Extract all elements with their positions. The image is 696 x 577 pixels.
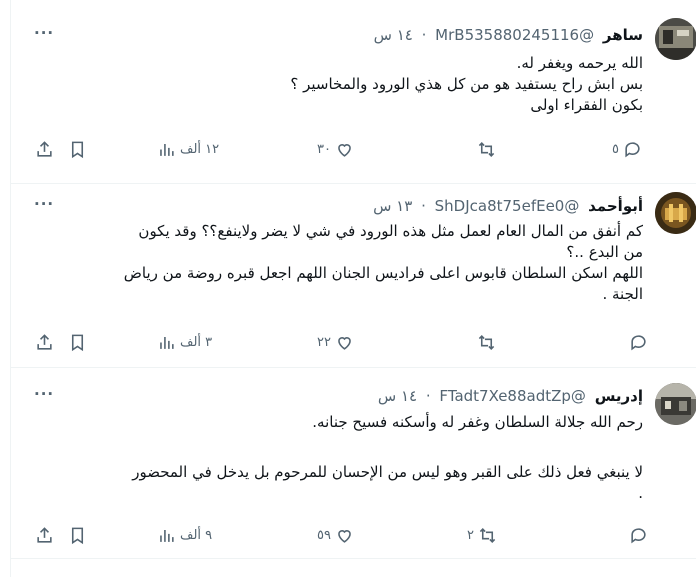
tweet-text: الله يرحمه ويغفر له. بس ابش راح يستفيد ه… xyxy=(33,53,643,116)
tweet-text: كم أنفق من المال العام لعمل مثل هذه الور… xyxy=(33,221,643,305)
action-bar: ١٢ ألف ٣٠ ٥ xyxy=(11,140,696,162)
share-icon xyxy=(37,334,52,350)
bookmark-button[interactable] xyxy=(68,333,87,352)
author-handle[interactable]: @MrB535880245116 xyxy=(435,26,594,44)
like-count: ٢٢ xyxy=(317,335,331,350)
avatar[interactable] xyxy=(655,383,696,425)
avatar[interactable] xyxy=(655,192,696,234)
like-button[interactable]: ٣٠ xyxy=(317,140,354,159)
tweet-line: كم أنفق من المال العام لعمل مثل هذه الور… xyxy=(138,222,643,240)
tweet-line: اللهم اسكن السلطان قابوس اعلى فراديس الج… xyxy=(123,264,643,282)
tweet-text: رحم الله جلالة السلطان وغفر له وأسكنه فس… xyxy=(33,412,643,504)
author-name[interactable]: إدريس xyxy=(595,387,643,405)
author-handle[interactable]: @FTadt7Xe88adtZp xyxy=(439,387,586,405)
like-icon xyxy=(338,530,351,543)
reply-button[interactable] xyxy=(629,333,648,352)
reply-button[interactable]: ٥ xyxy=(612,140,642,159)
action-bar: ٩ ألف ٥٩ ٢ xyxy=(11,526,696,548)
author-handle[interactable]: @ShDJca8t75efEe0 xyxy=(435,197,580,215)
author-name[interactable]: أبوأحمد xyxy=(588,197,643,215)
timestamp[interactable]: ١٤ س xyxy=(374,26,413,44)
like-icon xyxy=(338,144,351,157)
views-button[interactable]: ١٢ ألف xyxy=(157,140,219,159)
tweet-line: الجنة . xyxy=(602,285,643,303)
tweet-line: الله يرحمه ويغفر له. xyxy=(516,54,643,72)
retweet-button[interactable]: ٢ xyxy=(467,526,497,545)
share-icon xyxy=(37,141,52,157)
reply-icon xyxy=(631,335,646,351)
views-button[interactable]: ٩ ألف xyxy=(157,526,212,545)
tweet-line: بكون الفقراء اولى xyxy=(530,96,643,114)
retweet-button[interactable] xyxy=(477,140,496,159)
retweet-icon xyxy=(479,528,496,543)
share-button[interactable] xyxy=(35,333,54,352)
tweet-line: رحم الله جلالة السلطان وغفر له وأسكنه فس… xyxy=(312,413,643,431)
separator-dot: · xyxy=(421,26,427,44)
author-name[interactable]: ساهر xyxy=(603,26,643,44)
retweet-count: ٢ xyxy=(467,528,474,543)
bookmark-icon xyxy=(71,334,84,352)
like-button[interactable]: ٥٩ xyxy=(317,526,354,545)
share-button[interactable] xyxy=(35,526,54,545)
more-options-icon[interactable]: ··· xyxy=(34,24,54,42)
views-button[interactable]: ٣ ألف xyxy=(157,333,212,352)
timestamp[interactable]: ١٣ س xyxy=(373,197,412,215)
tweet-header: إدريس @FTadt7Xe88adtZp · ١٤ س xyxy=(378,386,643,406)
reply-tweet[interactable]: أبوأحمد @ShDJca8t75efEe0 · ١٣ س ··· كم أ… xyxy=(11,184,696,368)
views-icon xyxy=(160,336,174,349)
more-options-icon[interactable]: ··· xyxy=(34,385,54,403)
reply-tweet[interactable]: إدريس @FTadt7Xe88adtZp · ١٤ س ··· رحم ال… xyxy=(11,368,696,559)
views-count: ٩ ألف xyxy=(180,528,213,543)
timestamp[interactable]: ١٤ س xyxy=(378,387,417,405)
bookmark-button[interactable] xyxy=(68,140,87,159)
reply-button[interactable] xyxy=(629,526,648,545)
tweet-header: ساهر @MrB535880245116 · ١٤ س xyxy=(374,25,643,45)
action-bar: ٣ ألف ٢٢ xyxy=(11,333,696,355)
reply-icon xyxy=(625,142,640,158)
views-icon xyxy=(160,143,174,156)
retweet-icon xyxy=(478,335,495,350)
avatar[interactable] xyxy=(655,18,696,60)
like-icon xyxy=(338,337,351,350)
like-count: ٣٠ xyxy=(317,142,331,157)
bookmark-button[interactable] xyxy=(68,526,87,545)
more-options-icon[interactable]: ··· xyxy=(34,195,54,213)
reply-tweet[interactable]: ساهر @MrB535880245116 · ١٤ س ··· الله ير… xyxy=(11,0,696,184)
share-button[interactable] xyxy=(35,140,54,159)
bookmark-icon xyxy=(71,141,84,159)
tweet-line: من البدع ..؟ xyxy=(566,243,643,261)
bookmark-icon xyxy=(71,527,84,545)
retweet-icon xyxy=(478,142,495,157)
reply-icon xyxy=(631,528,646,544)
like-button[interactable]: ٢٢ xyxy=(317,333,354,352)
reply-count: ٥ xyxy=(612,142,619,157)
like-count: ٥٩ xyxy=(317,528,331,543)
views-count: ٣ ألف xyxy=(180,335,213,350)
tweet-line: بس ابش راح يستفيد هو من كل هذي الورود وا… xyxy=(290,75,643,93)
tweet-line: . xyxy=(638,484,643,502)
separator-dot: · xyxy=(421,197,426,215)
tweet-header: أبوأحمد @ShDJca8t75efEe0 · ١٣ س xyxy=(373,196,643,216)
share-icon xyxy=(37,527,52,543)
replies-feed: ساهر @MrB535880245116 · ١٤ س ··· الله ير… xyxy=(10,0,696,577)
views-count: ١٢ ألف xyxy=(180,142,220,157)
separator-dot: · xyxy=(425,387,431,405)
tweet-line: لا ينبغي فعل ذلك على القبر وهو ليس من ال… xyxy=(132,463,643,481)
views-icon xyxy=(160,529,174,542)
retweet-button[interactable] xyxy=(477,333,496,352)
